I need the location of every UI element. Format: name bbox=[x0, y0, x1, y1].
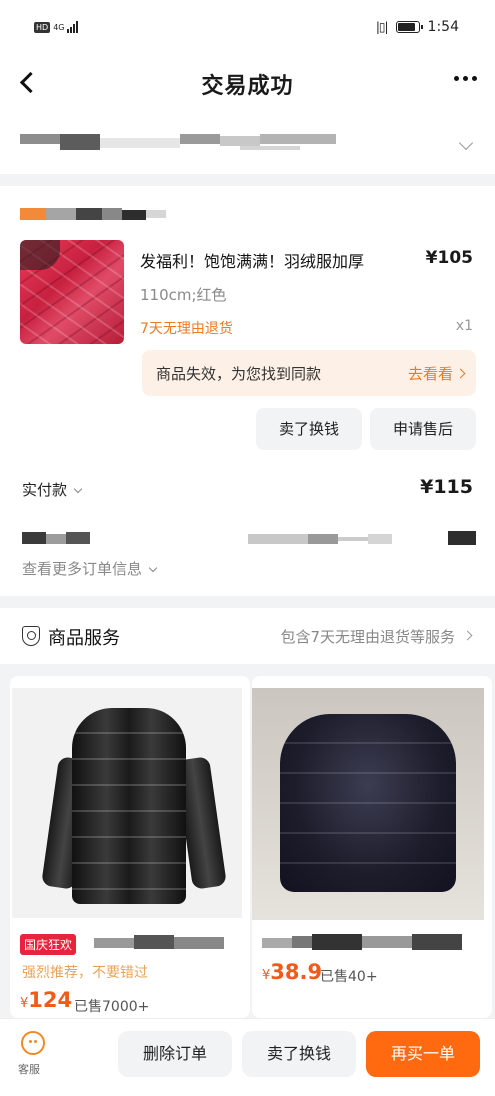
notice-link[interactable]: 去看看 bbox=[407, 363, 466, 384]
redacted-block bbox=[122, 210, 146, 220]
status-bar: HD 4G |▯| 1:54 bbox=[0, 0, 495, 56]
buy-again-button[interactable]: 再买一单 bbox=[366, 1031, 480, 1077]
battery-icon bbox=[395, 21, 423, 33]
signal-icon bbox=[67, 21, 79, 33]
redacted-block bbox=[308, 534, 338, 544]
coat-body bbox=[72, 708, 186, 904]
customer-service-label[interactable]: 客服 bbox=[18, 1061, 40, 1077]
network-label: 4G bbox=[53, 22, 65, 32]
status-right: |▯| 1:54 bbox=[376, 19, 459, 35]
product-image bbox=[12, 688, 242, 918]
invalid-product-notice[interactable]: 商品失效，为您找到同款 去看看 bbox=[142, 350, 476, 396]
coat-body bbox=[280, 714, 456, 892]
more-info-label: 查看更多订单信息 bbox=[22, 560, 143, 578]
redacted-block bbox=[94, 938, 134, 948]
paid-label[interactable]: 实付款 bbox=[22, 479, 83, 500]
redacted-block bbox=[240, 146, 300, 150]
delete-order-button[interactable]: 删除订单 bbox=[118, 1031, 232, 1077]
notice-link-label: 去看看 bbox=[407, 365, 453, 383]
hd-badge: HD bbox=[34, 21, 51, 33]
redacted-block bbox=[338, 537, 368, 541]
redacted-block bbox=[146, 210, 166, 218]
recommendation-price: ¥124 bbox=[20, 988, 72, 1012]
notice-text: 商品失效，为您找到同款 bbox=[156, 365, 322, 383]
shield-icon bbox=[22, 626, 40, 646]
apply-aftersale-button[interactable]: 申请售后 bbox=[370, 408, 476, 450]
redacted-block bbox=[66, 532, 90, 544]
redacted-block bbox=[368, 534, 392, 544]
service-label: 商品服务 bbox=[48, 628, 120, 649]
paid-label-text: 实付款 bbox=[22, 481, 68, 499]
redacted-block bbox=[46, 534, 66, 544]
sell-for-cash-button[interactable]: 卖了换钱 bbox=[242, 1031, 356, 1077]
sell-for-cash-button[interactable]: 卖了换钱 bbox=[256, 408, 362, 450]
redacted-block bbox=[60, 134, 100, 150]
redacted-block bbox=[22, 532, 46, 544]
product-image bbox=[252, 688, 484, 920]
redacted-block bbox=[174, 937, 224, 949]
recommendation-price: ¥38.9 bbox=[262, 960, 322, 984]
redacted-block bbox=[46, 208, 76, 220]
chevron-right-icon bbox=[455, 368, 466, 379]
redacted-block bbox=[412, 934, 462, 950]
order-card: 发福利！饱饱满满！羽绒服加厚 ¥105 110cm;红色 7天无理由退货 x1 … bbox=[0, 186, 495, 596]
chevron-down-icon[interactable] bbox=[458, 135, 474, 151]
sold-count: 已售40+ bbox=[320, 969, 378, 985]
redacted-block bbox=[292, 936, 312, 948]
customer-service-icon[interactable] bbox=[21, 1031, 45, 1055]
product-quantity: x1 bbox=[455, 318, 473, 334]
paid-value: ¥115 bbox=[420, 476, 473, 498]
chevron-down-icon bbox=[73, 484, 83, 494]
chevron-down-icon bbox=[148, 563, 158, 573]
redacted-block bbox=[100, 138, 180, 148]
product-price: ¥105 bbox=[425, 248, 473, 268]
sold-count: 已售7000+ bbox=[74, 999, 150, 1015]
product-thumbnail[interactable] bbox=[20, 240, 124, 344]
product-title[interactable]: 发福利！饱饱满满！羽绒服加厚 bbox=[140, 248, 364, 272]
status-left: HD 4G bbox=[34, 21, 79, 33]
redacted-block bbox=[102, 208, 122, 220]
clock: 1:54 bbox=[427, 19, 459, 35]
service-description: 包含7天无理由退货等服务 bbox=[280, 628, 455, 646]
more-icon[interactable] bbox=[454, 76, 477, 81]
redacted-block bbox=[262, 938, 292, 948]
service-card[interactable]: 商品服务 包含7天无理由退货等服务 bbox=[0, 608, 495, 664]
order-detail-page: HD 4G |▯| 1:54 交易成功 发福利！饱饱满满！羽绒服加厚 ¥105 … bbox=[0, 0, 495, 1096]
price-value: 124 bbox=[28, 988, 73, 1012]
shop-logo bbox=[20, 208, 46, 220]
redacted-block bbox=[20, 134, 60, 144]
redacted-block bbox=[76, 208, 102, 220]
product-spec: 110cm;红色 bbox=[140, 286, 227, 304]
nav-bar: 交易成功 bbox=[0, 56, 495, 112]
bottom-action-bar: 客服 删除订单 卖了换钱 再买一单 bbox=[0, 1018, 495, 1096]
redacted-block bbox=[312, 934, 362, 950]
recommendation-subtitle: 强烈推荐，不要错过 bbox=[22, 965, 148, 981]
vibrate-icon: |▯| bbox=[375, 20, 389, 34]
address-card[interactable] bbox=[0, 112, 495, 174]
return-policy: 7天无理由退货 bbox=[140, 321, 233, 337]
page-title: 交易成功 bbox=[201, 74, 294, 99]
redacted-block bbox=[220, 136, 260, 146]
redacted-block bbox=[260, 134, 336, 144]
redacted-block bbox=[248, 534, 308, 544]
promo-badge: 国庆狂欢 bbox=[20, 934, 77, 955]
redacted-block bbox=[362, 936, 412, 948]
redacted-block bbox=[180, 134, 220, 144]
price-value: 38.9 bbox=[270, 960, 323, 984]
redacted-block bbox=[134, 935, 174, 949]
redacted-block bbox=[448, 531, 476, 545]
chevron-right-icon bbox=[462, 630, 473, 641]
more-order-info-link[interactable]: 查看更多订单信息 bbox=[22, 558, 158, 579]
